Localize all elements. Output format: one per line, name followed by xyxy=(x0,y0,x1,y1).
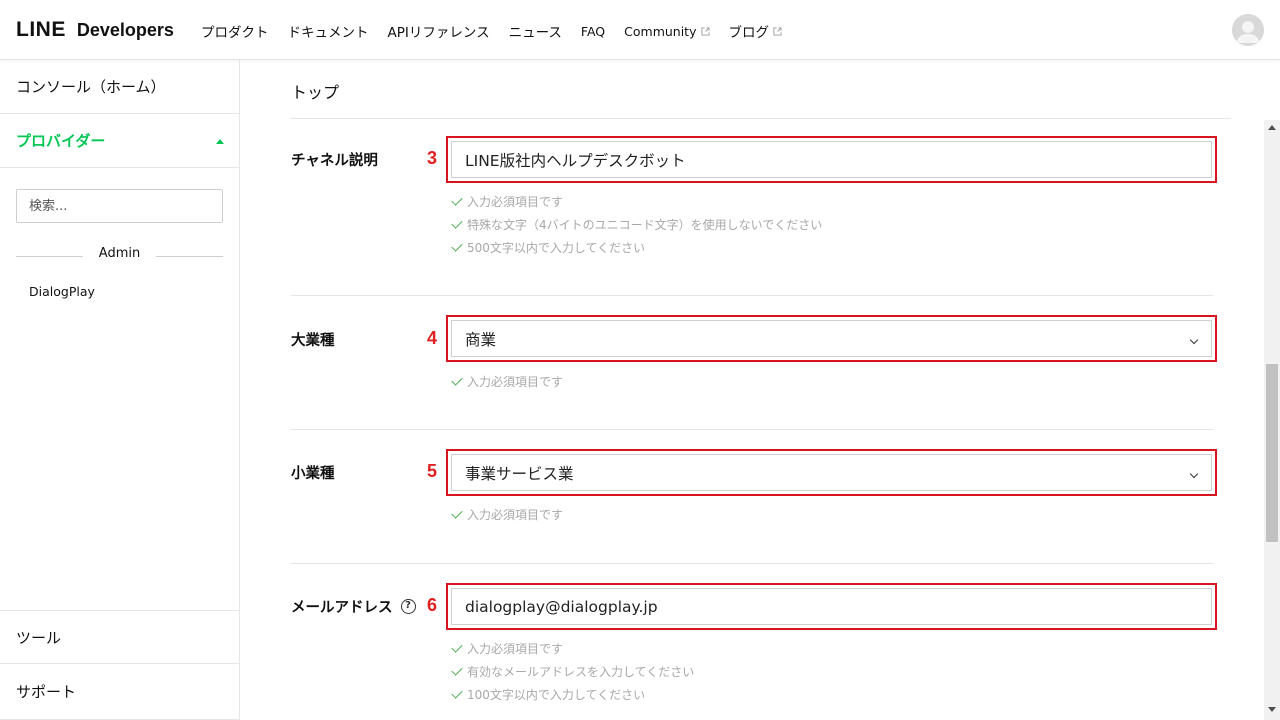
section-divider xyxy=(291,118,1231,119)
annotation-number-3: 3 xyxy=(427,148,438,168)
logo-line-text: LINE xyxy=(16,18,66,41)
check-icon xyxy=(451,687,463,699)
sidebar-item-label: ツール xyxy=(16,628,62,647)
email-label-text: メールアドレス xyxy=(291,600,393,616)
channel-description-label: チャネル説明 xyxy=(291,153,378,169)
sidebar: コンソール（ホーム） プロバイダー Admin DialogPlay ツール サ… xyxy=(0,60,240,720)
vertical-scrollbar[interactable] xyxy=(1264,120,1280,720)
channel-description-input[interactable]: LINE版社内ヘルプデスクボット xyxy=(451,141,1212,178)
main-content: トップ チャネル説明 3 LINE版社内ヘルプデスクボット 入力必須項目です 特… xyxy=(240,60,1264,720)
sidebar-provider-dialogplay[interactable]: DialogPlay xyxy=(29,284,95,299)
validation-hint: 100文字以内で入力してください xyxy=(451,686,646,703)
sidebar-item-tools[interactable]: ツール xyxy=(0,610,239,664)
nav-products[interactable]: プロダクト xyxy=(201,21,269,41)
external-link-icon xyxy=(700,26,710,36)
major-industry-value: 商業 xyxy=(465,330,497,349)
sidebar-item-label: サポート xyxy=(16,683,77,701)
nav-blog[interactable]: ブログ xyxy=(729,21,783,41)
section-divider xyxy=(291,429,1213,430)
main-nav: プロダクト ドキュメント APIリファレンス ニュース FAQ Communit… xyxy=(201,21,801,41)
nav-community-label: Community xyxy=(624,23,697,39)
email-value: dialogplay@dialogplay.jp xyxy=(465,597,658,616)
help-circle-icon[interactable]: ? xyxy=(400,599,416,614)
line-developers-logo[interactable]: LINE Developers xyxy=(16,18,174,42)
annotation-number-4: 4 xyxy=(427,328,438,348)
check-icon xyxy=(451,240,463,252)
nav-documents[interactable]: ドキュメント xyxy=(288,21,369,41)
nav-api-reference[interactable]: APIリファレンス xyxy=(388,21,490,41)
check-icon xyxy=(451,194,463,206)
minor-industry-label: 小業種 xyxy=(291,466,335,482)
nav-faq[interactable]: FAQ xyxy=(581,24,605,39)
sidebar-item-support[interactable]: サポート xyxy=(0,664,239,720)
hint-text: 有効なメールアドレスを入力してください xyxy=(467,665,695,679)
scrollbar-thumb[interactable] xyxy=(1266,364,1278,542)
hint-text: 500文字以内で入力してください xyxy=(467,241,646,255)
nav-community[interactable]: Community xyxy=(624,23,710,39)
annotation-highlight-box: 商業 xyxy=(446,315,1217,362)
check-icon xyxy=(451,507,463,519)
check-icon xyxy=(451,641,463,653)
validation-hint: 特殊な文字（4バイトのユニコード文字）を使用しないでください xyxy=(451,216,823,233)
annotation-highlight-box: dialogplay@dialogplay.jp xyxy=(446,583,1217,630)
nav-news[interactable]: ニュース xyxy=(509,21,562,41)
validation-hint: 500文字以内で入力してください xyxy=(451,239,646,256)
email-input[interactable]: dialogplay@dialogplay.jp xyxy=(451,588,1212,625)
check-icon xyxy=(451,664,463,676)
page-title: トップ xyxy=(291,83,340,102)
logo-developers-text: Developers xyxy=(76,20,174,40)
hint-text: 100文字以内で入力してください xyxy=(467,688,646,702)
provider-search-input[interactable] xyxy=(16,189,223,223)
sidebar-item-console-home[interactable]: コンソール（ホーム） xyxy=(0,60,239,114)
minor-industry-select[interactable]: 事業サービス業 xyxy=(451,454,1212,491)
validation-hint: 入力必須項目です xyxy=(451,373,564,390)
hint-text: 入力必須項目です xyxy=(467,508,564,522)
channel-description-value: LINE版社内ヘルプデスクボット xyxy=(465,151,686,170)
sidebar-item-provider[interactable]: プロバイダー xyxy=(0,114,239,168)
nav-blog-label: ブログ xyxy=(728,25,770,41)
hint-text: 入力必須項目です xyxy=(467,642,564,656)
caret-up-icon xyxy=(216,139,224,144)
check-icon xyxy=(451,217,463,229)
minor-industry-value: 事業サービス業 xyxy=(465,464,574,483)
check-icon xyxy=(451,374,463,386)
major-industry-select[interactable]: 商業 xyxy=(451,320,1212,357)
top-header: LINE Developers プロダクト ドキュメント APIリファレンス ニ… xyxy=(0,0,1280,60)
divider-label: Admin xyxy=(98,246,141,261)
scroll-down-arrow-icon[interactable] xyxy=(1268,707,1276,712)
hint-text: 特殊な文字（4バイトのユニコード文字）を使用しないでください xyxy=(467,218,823,232)
hint-text: 入力必須項目です xyxy=(467,195,564,209)
hint-text: 入力必須項目です xyxy=(467,375,564,389)
validation-hint: 有効なメールアドレスを入力してください xyxy=(451,663,695,680)
user-avatar-icon xyxy=(1232,14,1264,46)
annotation-highlight-box: LINE版社内ヘルプデスクボット xyxy=(446,136,1217,183)
major-industry-label: 大業種 xyxy=(291,333,335,349)
validation-hint: 入力必須項目です xyxy=(451,193,564,210)
sidebar-item-label: プロバイダー xyxy=(16,132,106,150)
section-divider xyxy=(291,295,1213,296)
chevron-down-icon xyxy=(1189,469,1199,479)
validation-hint: 入力必須項目です xyxy=(451,640,564,657)
chevron-down-icon xyxy=(1189,335,1199,345)
user-avatar[interactable] xyxy=(1232,14,1264,46)
external-link-icon xyxy=(773,26,782,36)
annotation-number-6: 6 xyxy=(427,595,438,615)
sidebar-item-label: コンソール（ホーム） xyxy=(16,78,166,96)
section-divider xyxy=(291,563,1213,564)
validation-hint: 入力必須項目です xyxy=(451,506,564,523)
scroll-up-arrow-icon[interactable] xyxy=(1268,125,1276,130)
annotation-number-5: 5 xyxy=(427,461,438,481)
annotation-highlight-box: 事業サービス業 xyxy=(446,449,1217,496)
email-label: メールアドレス ? xyxy=(291,596,416,617)
admin-divider: Admin xyxy=(16,244,223,264)
